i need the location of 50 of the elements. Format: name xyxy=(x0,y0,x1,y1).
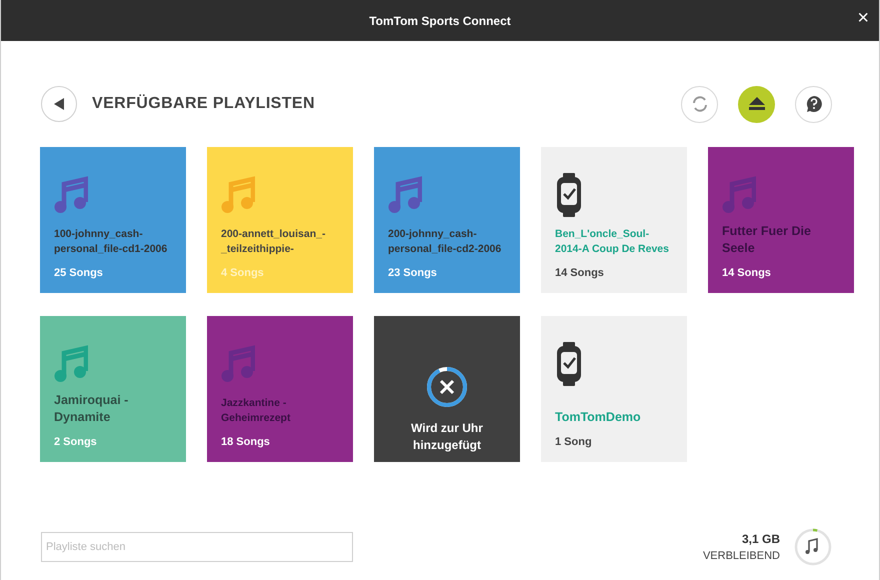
music-note-icon xyxy=(221,176,255,214)
watch-check-icon xyxy=(555,173,583,217)
playlist-name: Jamiroquai - Dynamite xyxy=(54,392,130,426)
playlist-tile[interactable]: TomTomDemo 1 Song xyxy=(541,316,687,462)
playlist-tile[interactable]: Futter Fuer Die Seele 14 Songs xyxy=(708,147,854,293)
playlist-tile[interactable]: 100-johnny_cash-personal_file-cd1-2006 25 Songs xyxy=(40,147,186,293)
music-note-icon xyxy=(54,345,88,383)
sync-icon xyxy=(690,95,708,113)
song-count: 2 Songs xyxy=(54,434,98,450)
song-count: 14 Songs xyxy=(722,266,772,280)
help-button[interactable] xyxy=(795,86,832,122)
music-note-icon xyxy=(54,176,88,214)
playlist-name: 200-annett_louisan_-_teilzeithippie- xyxy=(221,226,326,256)
sync-button[interactable] xyxy=(681,86,718,122)
music-note-icon xyxy=(221,345,255,383)
playlist-name: Jazzkantine - Geheimrezept xyxy=(221,396,292,426)
playlist-name: TomTomDemo xyxy=(555,408,642,426)
status-text: Wird zur Uhr hinzugefügt xyxy=(410,420,484,454)
close-button[interactable]: × xyxy=(857,8,869,28)
back-arrow-icon xyxy=(53,97,65,111)
playlist-tile[interactable]: 200-annett_louisan_-_teilzeithippie- 4 Songs xyxy=(207,147,353,293)
song-count: 1 Song xyxy=(555,434,593,450)
search-field[interactable]: Playliste suchen xyxy=(41,532,353,562)
song-count: 23 Songs xyxy=(388,266,438,280)
song-count: 25 Songs xyxy=(54,266,104,280)
eject-icon xyxy=(748,97,764,111)
playlist-tile[interactable]: Jamiroquai - Dynamite 2 Songs xyxy=(40,316,186,462)
music-note-icon xyxy=(388,176,422,214)
window-title: TomTom Sports Connect xyxy=(369,12,511,30)
playlist-tile[interactable]: Wird zur Uhr hinzugefügt xyxy=(374,316,520,462)
storage-label: VERBLEIBEND xyxy=(702,548,780,564)
cancel-progress-icon xyxy=(426,366,468,408)
song-count: 14 Songs xyxy=(555,266,605,280)
playlist-tile[interactable]: 200-johnny_cash-personal_file-cd2-2006 23 Songs xyxy=(374,147,520,293)
watch-check-icon xyxy=(555,342,583,386)
song-count: 18 Songs xyxy=(221,434,271,450)
back-button[interactable] xyxy=(41,86,77,122)
song-count: 4 Songs xyxy=(221,266,265,280)
playlist-tile[interactable]: Jazzkantine - Geheimrezept 18 Songs xyxy=(207,316,353,462)
playlist-tile[interactable]: Ben_L'oncle_Soul-2014-A Coup De Reves 14 Songs xyxy=(541,147,687,293)
page-heading: VERFÜGBARE PLAYLISTEN xyxy=(92,93,315,114)
music-note-icon xyxy=(722,176,756,214)
eject-button[interactable] xyxy=(738,86,775,122)
playlist-name: 100-johnny_cash-personal_file-cd1-2006 xyxy=(54,226,168,256)
playlist-name: Ben_L'oncle_Soul-2014-A Coup De Reves xyxy=(555,226,670,256)
playlist-name: 200-johnny_cash-personal_file-cd2-2006 xyxy=(388,226,502,256)
help-icon xyxy=(804,95,822,113)
playlist-name: Futter Fuer Die Seele xyxy=(722,222,812,256)
storage-amount: 3,1 GB xyxy=(742,530,780,548)
storage-ring-icon xyxy=(794,528,832,566)
